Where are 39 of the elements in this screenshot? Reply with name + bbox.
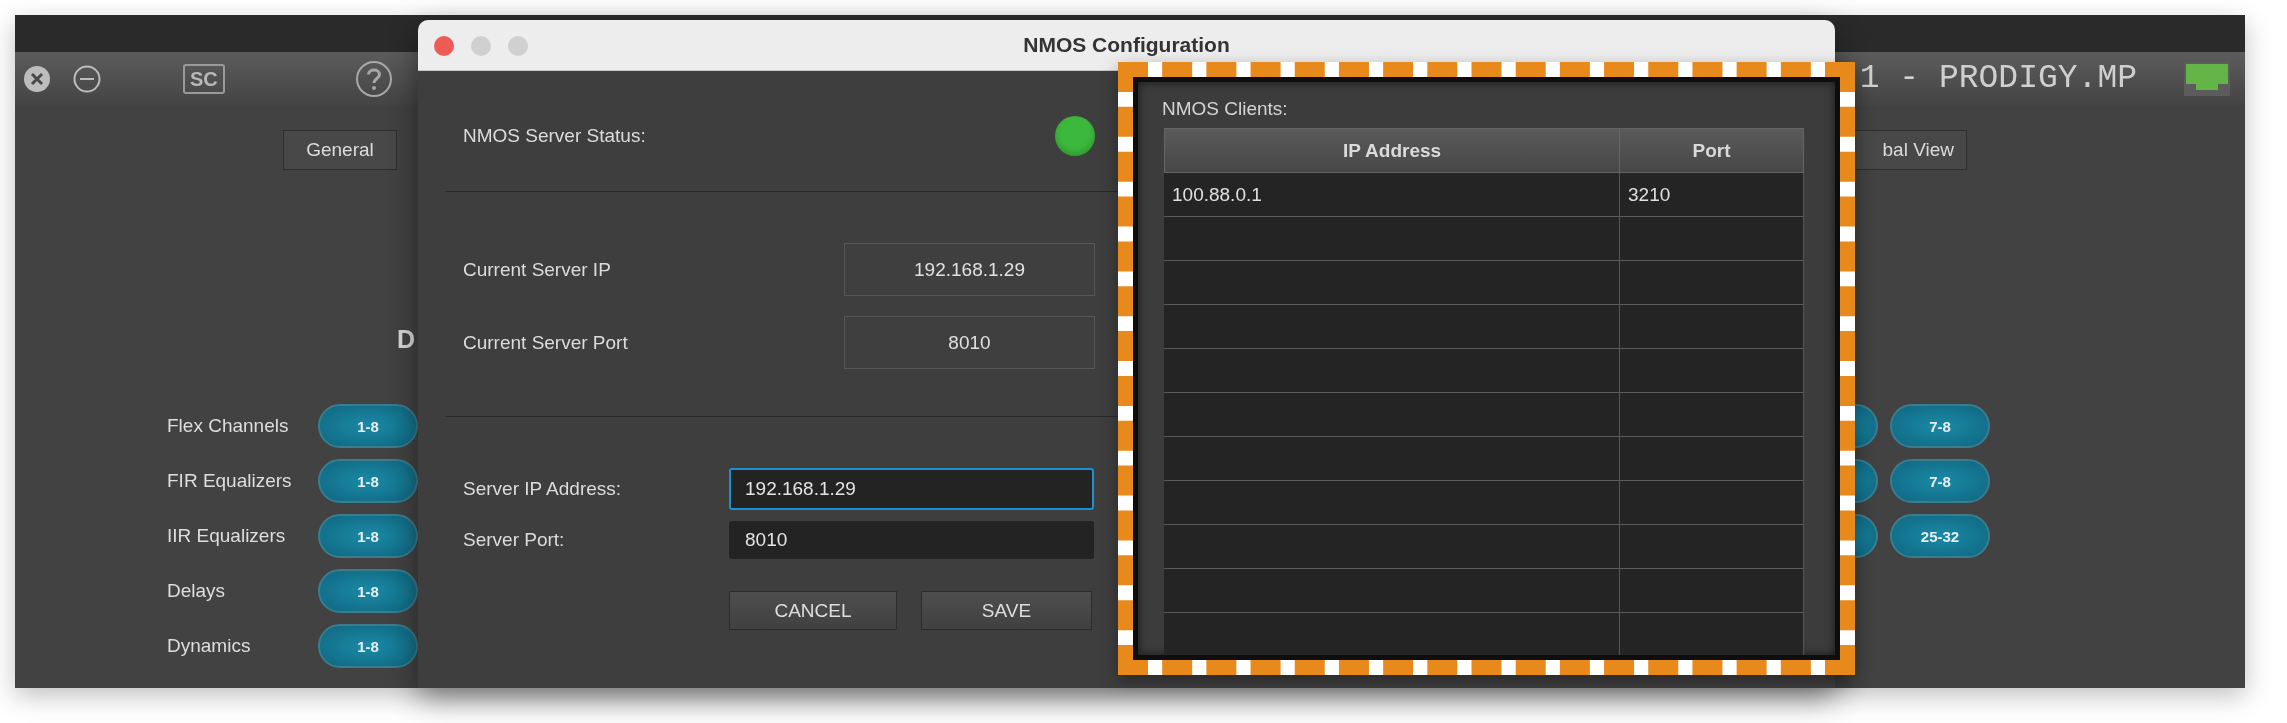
input-field[interactable]: 192.168.1.29 — [729, 468, 1094, 510]
range-button[interactable]: 1-8 — [318, 459, 418, 503]
tab[interactable]: General — [283, 130, 397, 170]
range-button[interactable]: 25-32 — [1890, 514, 1990, 558]
value-display: 192.168.1.29 — [844, 243, 1095, 296]
save-button[interactable]: SAVE — [921, 591, 1092, 630]
close-icon[interactable] — [434, 36, 454, 56]
range-button[interactable]: 1-8 — [318, 404, 418, 448]
window-title: NMOS Configuration — [1023, 33, 1230, 57]
field-label: Server IP Address: — [463, 478, 623, 500]
field-label: Server Port: — [463, 529, 566, 551]
table-cell: 100.88.0.1 — [1164, 173, 1620, 217]
column-header[interactable]: Port — [1620, 128, 1804, 173]
device-title: 1 - PRODIGY.MP — [1859, 60, 2137, 97]
input-field[interactable]: 8010 — [729, 521, 1094, 559]
range-button[interactable]: 7-8 — [1890, 459, 1990, 503]
column-header[interactable]: IP Address — [1164, 128, 1620, 173]
clients-label: NMOS Clients: — [1162, 98, 1289, 120]
close-icon[interactable] — [23, 64, 51, 93]
row-label: Flex Channels — [167, 415, 290, 437]
row-label: Delays — [167, 580, 227, 602]
range-button[interactable]: 7-8 — [1890, 404, 1990, 448]
minimize-icon[interactable] — [73, 64, 101, 93]
section-heading: D — [396, 325, 417, 353]
status-label: NMOS Server Status: — [463, 125, 646, 147]
network-port-icon — [2184, 61, 2230, 96]
range-button[interactable]: 1-8 — [318, 569, 418, 613]
row-label: Dynamics — [167, 635, 252, 657]
help-icon[interactable] — [354, 59, 393, 98]
sc-logo[interactable]: SC — [183, 63, 225, 94]
row-label: IIR Equalizers — [167, 525, 287, 547]
table-cell: 3210 — [1620, 173, 1804, 217]
row-label: FIR Equalizers — [167, 470, 293, 492]
value-display: 8010 — [844, 316, 1095, 369]
field-label: Current Server Port — [463, 331, 628, 354]
range-button[interactable]: 1-8 — [318, 624, 418, 668]
range-button[interactable]: 1-8 — [318, 514, 418, 558]
cancel-button[interactable]: CANCEL — [729, 591, 897, 630]
field-label: Current Server IP — [463, 258, 611, 281]
